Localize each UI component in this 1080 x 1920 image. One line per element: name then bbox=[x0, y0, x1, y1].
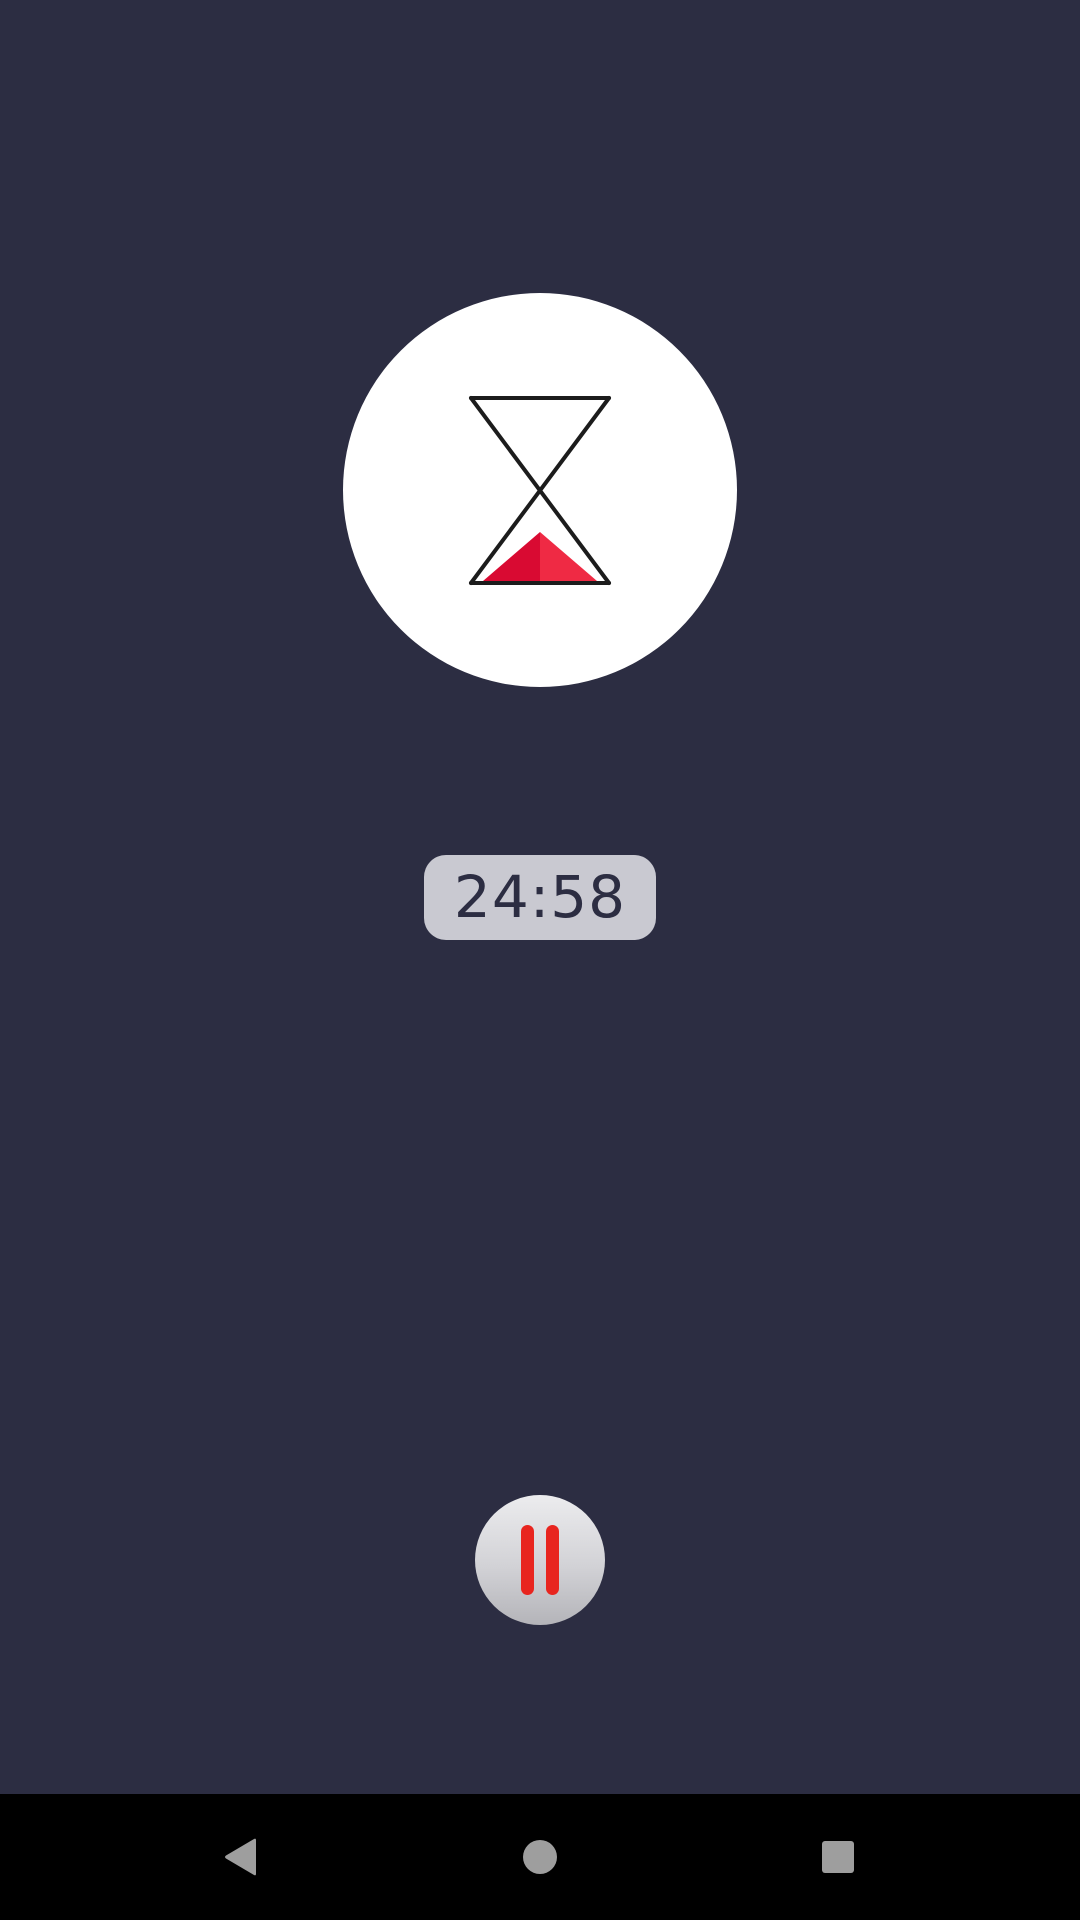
nav-home-button[interactable] bbox=[460, 1794, 620, 1920]
hourglass-icon bbox=[469, 396, 611, 585]
nav-back-button[interactable] bbox=[161, 1794, 321, 1920]
home-circle-icon bbox=[523, 1840, 557, 1874]
pause-button[interactable] bbox=[475, 1495, 605, 1625]
system-navigation-bar bbox=[0, 1794, 1080, 1920]
back-triangle-icon bbox=[225, 1838, 256, 1876]
pause-icon-bar bbox=[546, 1525, 559, 1595]
recents-square-icon bbox=[822, 1841, 854, 1873]
time-remaining-display: 24:58 bbox=[424, 855, 656, 940]
pause-icon bbox=[521, 1525, 534, 1595]
timer-screen: 24:58 bbox=[0, 0, 1080, 1794]
nav-recents-button[interactable] bbox=[758, 1794, 918, 1920]
hourglass-badge bbox=[343, 293, 737, 687]
